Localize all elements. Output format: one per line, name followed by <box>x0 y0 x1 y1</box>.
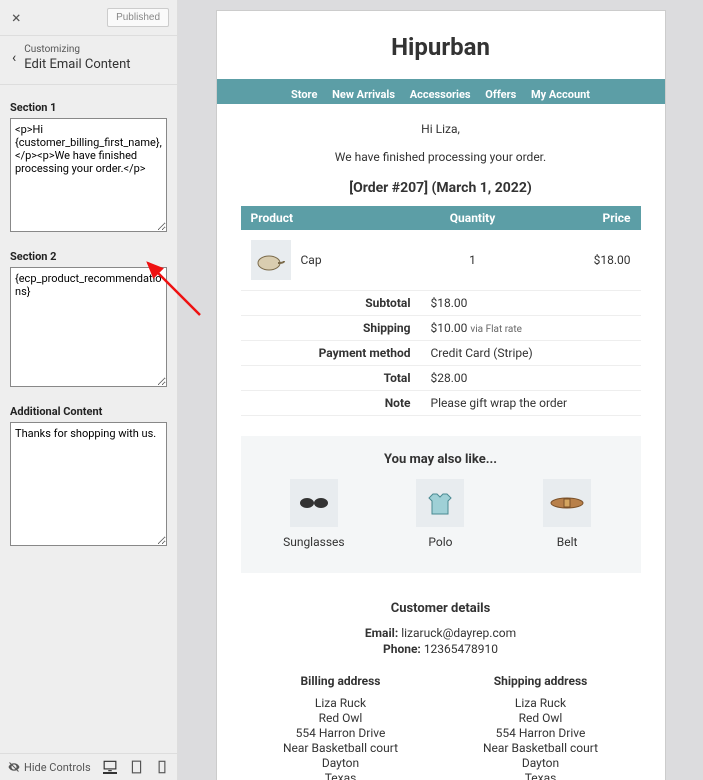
preview-area: Hipurban Store New Arrivals Accessories … <box>178 0 703 780</box>
section2-input[interactable] <box>10 267 167 387</box>
additional-input[interactable] <box>10 422 167 546</box>
billing-title: Billing address <box>245 674 437 688</box>
nav-item: Accessories <box>410 88 471 101</box>
addr-line: Liza Ruck <box>245 696 437 710</box>
published-button[interactable]: Published <box>107 8 169 27</box>
panel-title: Edit Email Content <box>24 57 130 72</box>
close-icon[interactable]: × <box>8 6 25 29</box>
addr-line: Texas <box>445 771 637 780</box>
addr-line: Near Basketball court <box>245 741 437 755</box>
email-nav: Store New Arrivals Accessories Offers My… <box>217 85 665 104</box>
recs-title: You may also like... <box>251 452 631 467</box>
nav-item: Offers <box>485 88 516 101</box>
additional-label: Additional Content <box>10 405 167 418</box>
nav-item: My Account <box>531 88 590 101</box>
desktop-icon[interactable] <box>103 760 117 774</box>
customizer-panel: × Published ‹ Customizing Edit Email Con… <box>0 0 178 780</box>
product-name: Cap <box>301 253 322 267</box>
payment-label: Payment method <box>241 341 421 366</box>
billing-address: Billing address Liza Ruck Red Owl 554 Ha… <box>245 674 437 780</box>
shipping-address: Shipping address Liza Ruck Red Owl 554 H… <box>445 674 637 780</box>
hide-controls-button[interactable]: Hide Controls <box>8 761 91 774</box>
rec-thumb <box>290 479 338 527</box>
rec-item: Polo <box>390 479 490 549</box>
product-qty: 1 <box>411 230 534 291</box>
product-thumb <box>251 240 291 280</box>
mobile-icon[interactable] <box>155 760 169 774</box>
rec-item: Sunglasses <box>264 479 364 549</box>
order-heading: [Order #207] (March 1, 2022) <box>241 180 641 196</box>
rec-name: Polo <box>390 535 490 549</box>
hide-controls-label: Hide Controls <box>24 761 91 774</box>
note-label: Note <box>241 391 421 416</box>
section2-label: Section 2 <box>10 250 167 263</box>
phone-value: 12365478910 <box>424 642 498 656</box>
order-table: Product Quantity Price Cap 1 <box>241 206 641 291</box>
rec-thumb <box>416 479 464 527</box>
recommendations: You may also like... Sunglasses <box>241 436 641 573</box>
email-label: Email: <box>365 626 398 640</box>
addr-line: 554 Harron Drive <box>445 726 637 740</box>
phone-label: Phone: <box>383 642 421 656</box>
addr-line: Dayton <box>245 756 437 770</box>
total-value: $28.00 <box>421 366 641 391</box>
greeting: Hi Liza, <box>241 122 641 136</box>
email-preview: Hipurban Store New Arrivals Accessories … <box>216 10 666 780</box>
addr-line: Liza Ruck <box>445 696 637 710</box>
rec-thumb <box>543 479 591 527</box>
payment-value: Credit Card (Stripe) <box>421 341 641 366</box>
rec-item: Belt <box>517 479 617 549</box>
subtotal-label: Subtotal <box>241 291 421 316</box>
rec-name: Sunglasses <box>264 535 364 549</box>
email-value: lizaruck@dayrep.com <box>401 626 516 640</box>
message: We have finished processing your order. <box>241 150 641 164</box>
shipping-title: Shipping address <box>445 674 637 688</box>
addr-line: Texas <box>245 771 437 780</box>
col-qty: Quantity <box>411 206 534 230</box>
shipping-value: $10.00 via Flat rate <box>421 316 641 341</box>
shipping-label: Shipping <box>241 316 421 341</box>
tablet-icon[interactable] <box>129 760 143 774</box>
note-value: Please gift wrap the order <box>421 391 641 416</box>
product-price: $18.00 <box>534 230 641 291</box>
collapse-icon <box>8 761 20 773</box>
section1-label: Section 1 <box>10 101 167 114</box>
customer-details: Customer details Email: lizaruck@dayrep.… <box>241 601 641 656</box>
section1-input[interactable] <box>10 118 167 232</box>
col-product: Product <box>241 206 412 230</box>
addr-line: Red Owl <box>245 711 437 725</box>
addr-line: Dayton <box>445 756 637 770</box>
customizing-label: Customizing <box>24 44 130 55</box>
nav-item: New Arrivals <box>332 88 395 101</box>
customer-title: Customer details <box>241 601 641 616</box>
total-label: Total <box>241 366 421 391</box>
brand-name: Hipurban <box>217 11 665 79</box>
addr-line: 554 Harron Drive <box>245 726 437 740</box>
table-row: Cap 1 $18.00 <box>241 230 641 291</box>
addr-line: Red Owl <box>445 711 637 725</box>
back-icon[interactable]: ‹ <box>6 48 22 68</box>
rec-name: Belt <box>517 535 617 549</box>
col-price: Price <box>534 206 641 230</box>
nav-item: Store <box>291 88 317 101</box>
totals-table: Subtotal$18.00 Shipping$10.00 via Flat r… <box>241 291 641 416</box>
subtotal-value: $18.00 <box>421 291 641 316</box>
addr-line: Near Basketball court <box>445 741 637 755</box>
